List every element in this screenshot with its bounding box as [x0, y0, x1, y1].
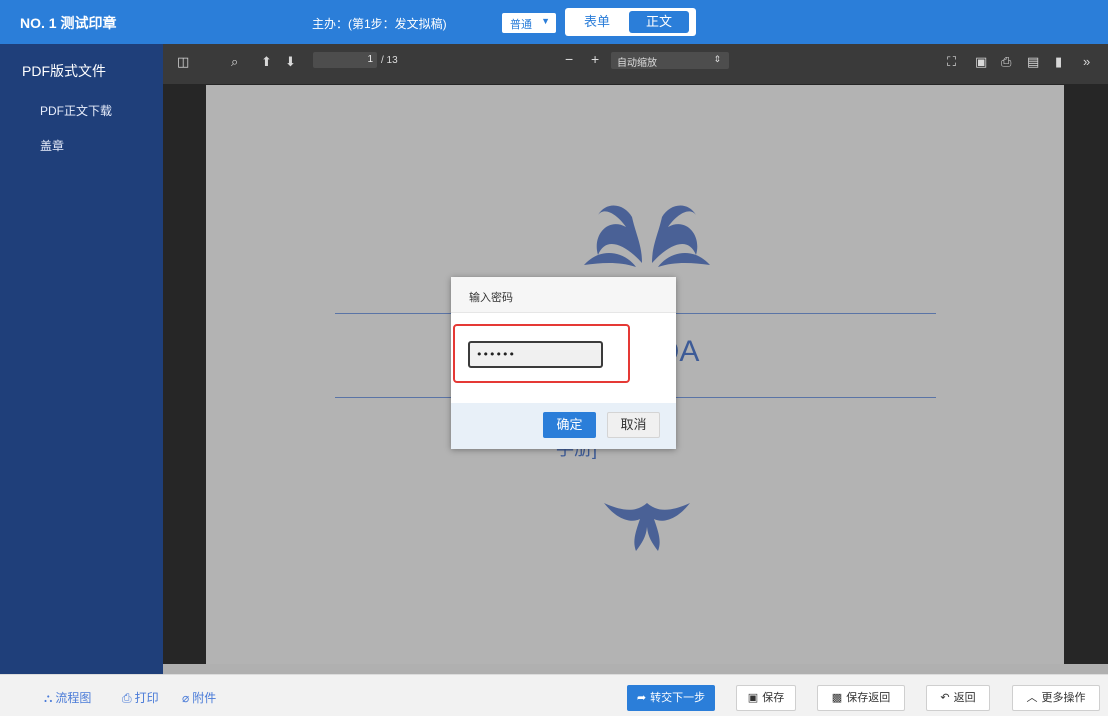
flowchart-icon: ⛬ [44, 691, 53, 705]
chevron-down-icon: ▼ [541, 16, 550, 26]
tools-icon[interactable]: » [1083, 54, 1090, 69]
forward-label: 转交下一步 [650, 692, 706, 704]
open-file-icon[interactable]: ▣ [975, 54, 987, 70]
flowchart-link[interactable]: ⛬ 流程图 [44, 689, 91, 706]
dialog-footer: 确定 取消 [451, 403, 676, 449]
tab-form[interactable]: 表单 [569, 11, 625, 33]
dialog-title: 输入密码 [469, 292, 513, 304]
view-tab-group: 表单 正文 [565, 8, 696, 36]
zoom-out-icon[interactable]: − [565, 51, 573, 67]
return-icon: ↶ [940, 692, 950, 704]
chevron-up-icon: ︿ [1026, 692, 1038, 704]
print-icon: ⎙ [122, 691, 132, 705]
save-button[interactable]: ▣ 保存 [736, 685, 796, 711]
print-label: 打印 [134, 691, 159, 705]
paperclip-icon: ⌀ [182, 691, 190, 705]
forward-icon: ➦ [636, 692, 647, 704]
ornament-top-icon [584, 205, 710, 267]
tab-body[interactable]: 正文 [629, 11, 689, 33]
zoom-select[interactable]: 自动缩放 ⇕ [611, 52, 729, 69]
flowchart-label: 流程图 [55, 691, 92, 705]
bottom-action-bar: ⛬ 流程图 ⎙ 打印 ⌀ 附件 ➦ 转交下一步 ▣ 保存 ▩ 保存返回 ↶ 返回 ︿ 更多操作 [0, 674, 1108, 716]
more-actions-button[interactable]: ︿ 更多操作 [1012, 685, 1100, 711]
presentation-mode-icon[interactable]: ⛶ [947, 54, 956, 70]
sidebar-item-pdf-download[interactable]: PDF正文下载 [40, 102, 112, 119]
save-return-icon: ▩ [831, 692, 843, 704]
print-link[interactable]: ⎙ 打印 [122, 689, 159, 706]
dialog-header: 输入密码 [451, 277, 676, 313]
forward-next-step-button[interactable]: ➦ 转交下一步 [627, 685, 715, 711]
save-icon: ▣ [747, 692, 759, 704]
page-total: / 13 [381, 55, 398, 66]
top-header: NO. 1 测试印章 主办：(第1步：发文拟稿) 普通 ▼ 表单 正文 [0, 0, 1108, 44]
bookmark-icon[interactable]: ▮ [1055, 54, 1062, 70]
pdf-toolbar: ◫ ⌕ ⬆ ⬇ 1 / 13 − + 自动缩放 ⇕ ⛶ ▣ ⎙ ▤ ▮ » [163, 44, 1108, 84]
sidebar: PDF版式文件 PDF正文下载 盖章 [0, 44, 163, 674]
search-icon[interactable]: ⌕ [231, 54, 238, 70]
print-icon[interactable]: ⎙ [1001, 54, 1011, 70]
horizontal-scrollbar[interactable] [163, 664, 1108, 674]
mode-select-value: 普通 [510, 19, 532, 31]
page-up-icon[interactable]: ⬆ [261, 54, 272, 70]
attachment-link[interactable]: ⌀ 附件 [182, 689, 216, 706]
sidebar-item-stamp[interactable]: 盖章 [40, 137, 64, 154]
app-title: NO. 1 测试印章 [20, 15, 117, 31]
return-button[interactable]: ↶ 返回 [926, 685, 990, 711]
sidebar-title: PDF版式文件 [22, 63, 106, 79]
chevron-updown-icon: ⇕ [713, 54, 721, 64]
save-label: 保存 [762, 692, 785, 704]
more-actions-label: 更多操作 [1041, 692, 1086, 704]
sidebar-toggle-icon[interactable]: ◫ [177, 54, 189, 70]
save-return-button[interactable]: ▩ 保存返回 [817, 685, 905, 711]
ornament-bottom-icon [604, 503, 690, 551]
step-info: 主办：(第1步：发文拟稿) [312, 17, 447, 31]
attachment-label: 附件 [192, 691, 217, 705]
zoom-select-value: 自动缩放 [617, 58, 657, 69]
confirm-button[interactable]: 确定 [543, 412, 596, 438]
cancel-button[interactable]: 取消 [607, 412, 660, 438]
save-return-label: 保存返回 [846, 692, 891, 704]
download-icon[interactable]: ▤ [1027, 54, 1039, 70]
mode-select[interactable]: 普通 ▼ [502, 13, 556, 33]
page-number-input[interactable]: 1 [313, 52, 377, 68]
return-label: 返回 [953, 692, 976, 704]
page-down-icon[interactable]: ⬇ [285, 54, 296, 70]
password-dialog: 输入密码 确定 取消 [451, 277, 676, 449]
password-input[interactable] [468, 341, 603, 368]
zoom-in-icon[interactable]: + [591, 51, 599, 67]
